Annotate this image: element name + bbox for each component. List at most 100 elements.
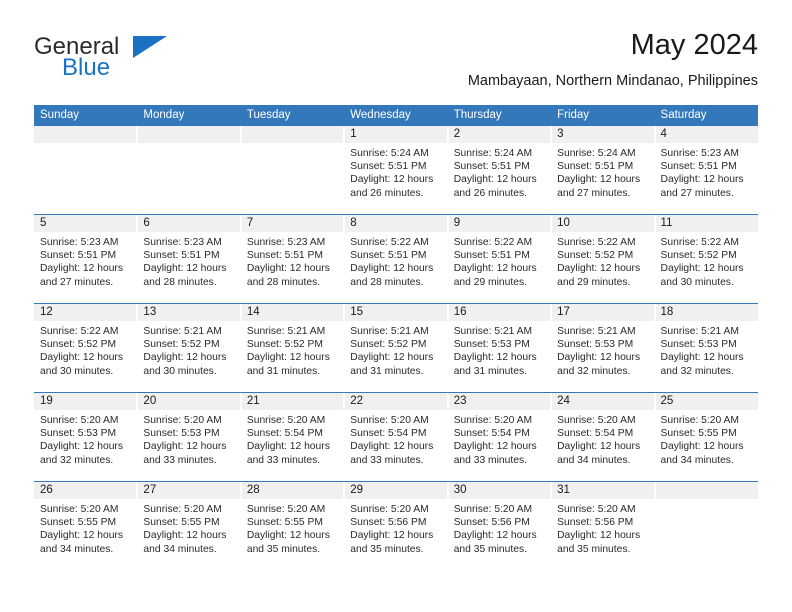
sunrise-text: Sunrise: 5:20 AM — [246, 415, 326, 426]
day-number: 7 — [240, 215, 345, 232]
day-number: 6 — [137, 215, 241, 232]
daylight-text: and 28 minutes. — [246, 276, 321, 288]
daylight-text: and 33 minutes. — [246, 454, 321, 466]
column-divider — [446, 215, 449, 303]
day-cell[interactable]: 18 Sunrise: 5:21 AM Sunset: 5:53 PM Dayligh… — [653, 304, 758, 392]
daylight-text: and 26 minutes. — [350, 187, 424, 199]
day-details: Sunrise: 5:21 AM Sunset: 5:52 PM Daylight:… — [344, 321, 447, 378]
day-cell[interactable]: 4 Sunrise: 5:23 AM Sunset: 5:51 PM Daylight… — [653, 126, 758, 214]
weekday-header-friday: Friday — [557, 109, 590, 121]
day-cell[interactable]: 14 Sunrise: 5:21 AM Sunset: 5:52 PM Dayligh… — [239, 304, 345, 392]
day-details: Sunrise: 5:20 AM Sunset: 5:55 PM Daylight:… — [137, 499, 240, 556]
daylight-text: Daylight: 12 hours — [350, 352, 434, 364]
daylight-text: Daylight: 12 hours — [350, 263, 434, 275]
day-number: 12 — [34, 304, 138, 321]
day-cell[interactable]: 29 Sunrise: 5:20 AM Sunset: 5:56 PM Dayligh… — [343, 482, 448, 570]
day-number — [34, 126, 138, 143]
day-number: 9 — [447, 215, 552, 232]
daylight-text: Daylight: 12 hours — [246, 441, 330, 453]
daylight-text: Daylight: 12 hours — [40, 441, 123, 453]
sunset-text: Sunset: 5:51 PM — [246, 250, 323, 262]
daylight-text: and 35 minutes. — [453, 543, 527, 555]
day-cell[interactable]: 11 Sunrise: 5:22 AM Sunset: 5:52 PM Dayligh… — [653, 215, 758, 303]
daylight-text: and 31 minutes. — [246, 365, 321, 377]
column-divider — [343, 126, 346, 214]
day-number: 14 — [240, 304, 345, 321]
daylight-text: Daylight: 12 hours — [143, 352, 227, 364]
sunset-text: Sunset: 5:52 PM — [350, 339, 427, 351]
column-divider — [550, 304, 553, 392]
day-details: Sunrise: 5:22 AM Sunset: 5:52 PM Daylight:… — [551, 232, 654, 289]
sunrise-text: Sunrise: 5:20 AM — [143, 415, 222, 426]
logo[interactable]: General Blue — [34, 34, 234, 86]
sunrise-text: Sunrise: 5:24 AM — [557, 148, 636, 159]
sunset-text: Sunset: 5:51 PM — [453, 250, 530, 262]
sunset-text: Sunset: 5:54 PM — [246, 428, 323, 440]
daylight-text: and 35 minutes. — [246, 543, 321, 555]
day-number: 18 — [654, 304, 758, 321]
sunset-text: Sunset: 5:53 PM — [557, 339, 634, 351]
day-cell[interactable]: 27 Sunrise: 5:20 AM Sunset: 5:55 PM Dayligh… — [136, 482, 241, 570]
sunrise-text: Sunrise: 5:20 AM — [660, 415, 739, 426]
day-cell[interactable]: 15 Sunrise: 5:21 AM Sunset: 5:52 PM Dayligh… — [343, 304, 448, 392]
day-cell[interactable]: 22 Sunrise: 5:20 AM Sunset: 5:54 PM Dayligh… — [343, 393, 448, 481]
day-cell[interactable]: 6 Sunrise: 5:23 AM Sunset: 5:51 PM Daylight… — [136, 215, 241, 303]
day-cell[interactable]: 25 Sunrise: 5:20 AM Sunset: 5:55 PM Dayligh… — [653, 393, 758, 481]
column-divider — [653, 482, 656, 570]
day-cell[interactable]: 21 Sunrise: 5:20 AM Sunset: 5:54 PM Dayligh… — [239, 393, 345, 481]
sunrise-text: Sunrise: 5:22 AM — [350, 237, 429, 248]
day-details: Sunrise: 5:21 AM Sunset: 5:53 PM Daylight:… — [655, 321, 758, 378]
day-number: 26 — [34, 482, 138, 499]
day-cell[interactable]: 30 Sunrise: 5:20 AM Sunset: 5:56 PM Dayligh… — [446, 482, 552, 570]
day-cell[interactable]: 10 Sunrise: 5:22 AM Sunset: 5:52 PM Dayligh… — [550, 215, 655, 303]
day-cell[interactable]: 31 Sunrise: 5:20 AM Sunset: 5:56 PM Dayligh… — [550, 482, 655, 570]
day-cell[interactable]: 19 Sunrise: 5:20 AM Sunset: 5:53 PM Dayligh… — [34, 393, 138, 481]
day-cell[interactable]: 2 Sunrise: 5:24 AM Sunset: 5:51 PM Daylight… — [446, 126, 552, 214]
calendar-weeks: 1 Sunrise: 5:24 AM Sunset: 5:51 PM Daylight… — [34, 126, 758, 570]
column-divider — [136, 304, 139, 392]
day-cell[interactable]: 24 Sunrise: 5:20 AM Sunset: 5:54 PM Dayligh… — [550, 393, 655, 481]
calendar-week-row: 1 Sunrise: 5:24 AM Sunset: 5:51 PM Daylight… — [34, 126, 758, 214]
day-cell[interactable]: 12 Sunrise: 5:22 AM Sunset: 5:52 PM Dayligh… — [34, 304, 138, 392]
day-cell-empty — [136, 126, 241, 214]
day-number: 15 — [344, 304, 448, 321]
day-number: 1 — [344, 126, 448, 143]
daylight-text: and 34 minutes. — [557, 454, 631, 466]
day-number: 23 — [447, 393, 552, 410]
daylight-text: Daylight: 12 hours — [246, 530, 330, 542]
day-cell[interactable]: 5 Sunrise: 5:23 AM Sunset: 5:51 PM Daylight… — [34, 215, 138, 303]
daylight-text: Daylight: 12 hours — [143, 530, 227, 542]
sunrise-text: Sunrise: 5:20 AM — [350, 504, 429, 515]
day-cell[interactable]: 9 Sunrise: 5:22 AM Sunset: 5:51 PM Daylight… — [446, 215, 552, 303]
column-divider — [550, 482, 553, 570]
day-details — [34, 143, 137, 147]
daylight-text: Daylight: 12 hours — [453, 174, 537, 186]
day-cell[interactable]: 7 Sunrise: 5:23 AM Sunset: 5:51 PM Daylight… — [239, 215, 345, 303]
sunset-text: Sunset: 5:54 PM — [350, 428, 427, 440]
day-cell[interactable]: 28 Sunrise: 5:20 AM Sunset: 5:55 PM Dayligh… — [239, 482, 345, 570]
day-number: 3 — [551, 126, 655, 143]
day-cell[interactable]: 3 Sunrise: 5:24 AM Sunset: 5:51 PM Daylight… — [550, 126, 655, 214]
day-cell[interactable]: 26 Sunrise: 5:20 AM Sunset: 5:55 PM Dayligh… — [34, 482, 138, 570]
day-details: Sunrise: 5:20 AM Sunset: 5:54 PM Daylight:… — [448, 410, 551, 467]
day-cell[interactable]: 8 Sunrise: 5:22 AM Sunset: 5:51 PM Daylight… — [343, 215, 448, 303]
day-cell[interactable]: 23 Sunrise: 5:20 AM Sunset: 5:54 PM Dayligh… — [446, 393, 552, 481]
sunset-text: Sunset: 5:56 PM — [453, 517, 530, 529]
column-divider — [239, 393, 242, 481]
day-number — [654, 482, 758, 499]
day-cell[interactable]: 13 Sunrise: 5:21 AM Sunset: 5:52 PM Dayligh… — [136, 304, 241, 392]
daylight-text: Daylight: 12 hours — [40, 530, 123, 542]
calendar-week-row: 26 Sunrise: 5:20 AM Sunset: 5:55 PM Dayligh… — [34, 481, 758, 570]
column-divider — [136, 482, 139, 570]
day-number: 30 — [447, 482, 552, 499]
day-number: 21 — [240, 393, 345, 410]
day-cell[interactable]: 20 Sunrise: 5:20 AM Sunset: 5:53 PM Dayligh… — [136, 393, 241, 481]
day-cell[interactable]: 17 Sunrise: 5:21 AM Sunset: 5:53 PM Dayligh… — [550, 304, 655, 392]
daylight-text: Daylight: 12 hours — [143, 441, 227, 453]
day-cell[interactable]: 16 Sunrise: 5:21 AM Sunset: 5:53 PM Dayligh… — [446, 304, 552, 392]
day-number: 11 — [654, 215, 758, 232]
day-details: Sunrise: 5:21 AM Sunset: 5:52 PM Daylight:… — [241, 321, 344, 378]
day-cell[interactable]: 1 Sunrise: 5:24 AM Sunset: 5:51 PM Daylight… — [343, 126, 448, 214]
column-divider — [136, 126, 139, 214]
sunrise-text: Sunrise: 5:20 AM — [40, 504, 119, 515]
